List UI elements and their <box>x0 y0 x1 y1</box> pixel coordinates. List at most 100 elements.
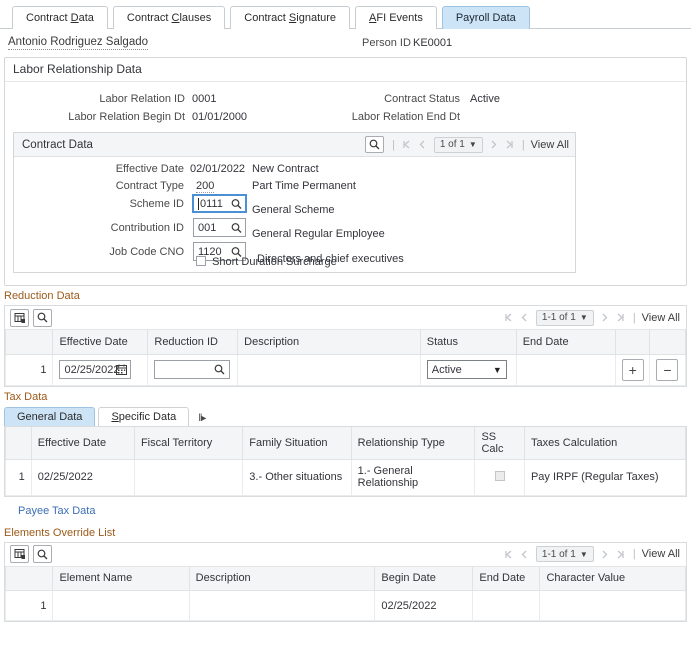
scheme-id-lookup-icon[interactable] <box>231 198 242 209</box>
reduction-data-pager-text: 1-1 of 1 <box>541 312 576 323</box>
elements-override-grid: 1-1 of 1 ▼ | View All Element Name Descr… <box>4 541 687 622</box>
cell-reduction-id <box>147 353 239 386</box>
contract-data-pager[interactable]: 1 of 1 ▼ <box>433 136 483 153</box>
person-name[interactable]: Antonio Rodriguez Salgado <box>8 36 149 50</box>
reduction-id-lookup-icon[interactable] <box>214 364 225 375</box>
tax-data-table: Effective Date Fiscal Territory Family S… <box>5 426 687 496</box>
col-taxes-calculation: Taxes Calculation <box>523 426 687 460</box>
chevron-down-icon: ▼ <box>492 364 502 375</box>
last-page-icon[interactable] <box>613 546 629 562</box>
grid-personalize-icon[interactable] <box>10 308 29 327</box>
contract-data-panel: Contract Data | 1 of 1 ▼ | View All Effe… <box>13 132 576 273</box>
col-end-date: End Date <box>515 330 616 355</box>
cell-element-name <box>52 590 190 621</box>
tab-contract-clauses[interactable]: Contract Clauses <box>112 6 226 29</box>
col-effective-date: Effective Date <box>30 426 135 460</box>
chevron-down-icon: ▼ <box>468 140 477 149</box>
elements-override-view-all[interactable]: View All <box>642 548 680 560</box>
scheme-id-input[interactable]: 0111 <box>192 194 247 213</box>
cell-begin-date: 02/25/2022 <box>374 590 474 621</box>
contract-type-value: 200 <box>196 180 215 193</box>
contract-data-view-all[interactable]: View All <box>531 139 569 151</box>
subtab-specific-data[interactable]: Specific Data <box>98 406 190 426</box>
col-rownum <box>5 426 32 460</box>
contract-type-description: Part Time Permanent <box>252 180 356 192</box>
next-page-icon[interactable] <box>486 137 502 153</box>
grid-find-icon[interactable] <box>33 308 52 327</box>
reduction-data-grid: 1-1 of 1 ▼ | View All Effective Date Red… <box>4 305 687 387</box>
col-rownum <box>4 330 54 355</box>
effective-date-label: Effective Date <box>115 163 184 175</box>
row-number: 1 <box>5 458 32 496</box>
payee-tax-data-link[interactable]: Payee Tax Data <box>18 505 95 517</box>
cell-status: Active ▼ <box>419 353 517 386</box>
status-value: Active <box>431 363 462 376</box>
tab-contract-data[interactable]: Contract Data <box>12 6 108 29</box>
status-select[interactable]: Active ▼ <box>426 360 507 379</box>
col-rownum <box>4 566 54 591</box>
previous-page-icon[interactable] <box>517 546 533 562</box>
cell-fiscal-territory <box>133 458 244 496</box>
col-element-name: Element Name <box>52 566 190 591</box>
table-row: 1 02/25/2022 <box>4 590 686 621</box>
grid-find-icon[interactable] <box>33 545 52 563</box>
subtab-general-data[interactable]: General Data <box>4 406 96 426</box>
elements-override-pager-text: 1-1 of 1 <box>541 548 576 560</box>
reduction-id-input[interactable] <box>154 360 231 379</box>
text-caret <box>198 197 199 210</box>
cell-effective-date: 02/25/2022 <box>52 353 149 386</box>
cell-add: + <box>614 353 650 386</box>
nav-separator-right: | <box>521 138 525 151</box>
elements-override-table: Element Name Description Begin Date End … <box>4 566 686 621</box>
first-page-icon[interactable] <box>399 137 415 153</box>
cell-character-value <box>539 590 686 621</box>
tab-payroll-data[interactable]: Payroll Data <box>441 6 530 29</box>
reduction-data-title: Reduction Data <box>4 290 80 302</box>
effective-date-description: New Contract <box>252 163 319 175</box>
next-page-icon[interactable] <box>597 310 613 326</box>
tab-contract-signature[interactable]: Contract Signature <box>230 6 351 29</box>
grid-personalize-icon[interactable] <box>10 545 29 563</box>
last-page-icon[interactable] <box>502 137 518 153</box>
elements-override-pager[interactable]: 1-1 of 1 ▼ <box>535 546 594 562</box>
remove-row-button[interactable]: − <box>656 358 679 381</box>
table-row: 1 02/25/2022 3.- Other situations 1.- Ge… <box>5 458 687 496</box>
contract-status-label: Contract Status <box>384 93 460 105</box>
tab-afi-events[interactable]: AFI Events <box>355 6 437 29</box>
calendar-icon[interactable] <box>116 364 128 375</box>
labor-relationship-group: Labor Relationship Data Labor Relation I… <box>4 57 687 286</box>
reduction-data-pager[interactable]: 1-1 of 1 ▼ <box>535 309 594 326</box>
col-begin-date: Begin Date <box>374 566 474 591</box>
magnifier-icon[interactable] <box>364 136 384 153</box>
labor-relation-begin-label: Labor Relation Begin Dt <box>68 111 185 123</box>
col-end-date: End Date <box>472 566 541 591</box>
reduction-data-view-all[interactable]: View All <box>642 312 680 324</box>
add-row-button[interactable]: + <box>621 358 644 381</box>
contract-data-fields: Effective Date 02/01/2022 New Contract C… <box>14 157 575 272</box>
cell-effective-date: 02/25/2022 <box>30 458 135 496</box>
contribution-id-description: General Regular Employee <box>252 228 385 240</box>
table-header-row: Effective Date Reduction ID Description … <box>4 330 687 355</box>
short-duration-surcharge-checkbox[interactable] <box>196 256 206 266</box>
contract-status-value: Active <box>470 93 500 105</box>
previous-page-icon[interactable] <box>517 310 533 326</box>
scheme-id-value: 0111 <box>200 197 223 210</box>
previous-page-icon[interactable] <box>415 137 431 153</box>
first-page-icon[interactable] <box>501 546 517 562</box>
col-effective-date: Effective Date <box>52 330 149 355</box>
effective-date-input[interactable]: 02/25/2022 <box>59 360 132 379</box>
person-header: Antonio Rodriguez Salgado Person ID KE00… <box>0 29 691 57</box>
first-page-icon[interactable] <box>501 310 517 326</box>
contribution-id-lookup-icon[interactable] <box>231 222 242 233</box>
next-page-icon[interactable] <box>597 546 613 562</box>
contract-type-label: Contract Type <box>115 180 184 192</box>
elements-override-title: Elements Override List <box>4 526 116 539</box>
contribution-id-input[interactable]: 001 <box>193 218 246 237</box>
labor-relation-begin-value: 01/01/2000 <box>192 111 248 123</box>
last-page-icon[interactable] <box>613 310 629 326</box>
short-duration-surcharge-label: Short Duration Surcharge <box>212 256 337 268</box>
cell-description <box>237 353 421 386</box>
col-status: Status <box>419 330 517 355</box>
expand-sections-icon[interactable]: ‖▸ <box>198 413 206 424</box>
short-duration-surcharge-field: Short Duration Surcharge <box>196 256 337 268</box>
